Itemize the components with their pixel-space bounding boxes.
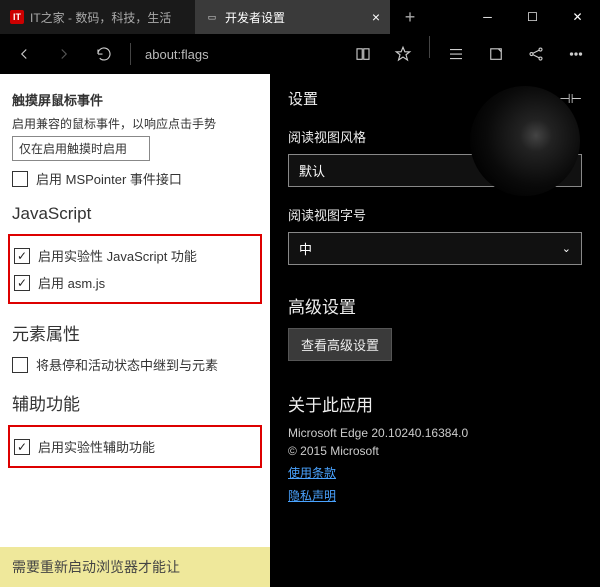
terms-link[interactable]: 使用条款 (288, 464, 582, 481)
checkbox-checked-icon: ✓ (14, 275, 30, 291)
main: 触摸屏鼠标事件 启用兼容的鼠标事件，以响应点击手势 仅在启用触摸时启用 启用 M… (0, 74, 600, 587)
tab-label: 开发者设置 (225, 9, 285, 26)
copyright-text: © 2015 Microsoft (288, 444, 582, 458)
checkbox-label: 将悬停和活动状态中继到与元素 (36, 355, 218, 374)
address-bar[interactable]: about:flags (139, 47, 341, 62)
tab-label: IT之家 - 数码，科技，生活 (30, 9, 171, 26)
window-controls: ─ ☐ ✕ (465, 0, 600, 34)
checkbox-label: 启用实验性辅助功能 (38, 437, 155, 456)
flags-page: 触摸屏鼠标事件 启用兼容的鼠标事件，以响应点击手势 仅在启用触摸时启用 启用 M… (0, 74, 270, 587)
privacy-link[interactable]: 隐私声明 (288, 487, 582, 504)
close-icon[interactable]: × (372, 9, 380, 25)
elem-checkbox-row[interactable]: 将悬停和活动状态中继到与元素 (12, 355, 258, 374)
select-value: 中 (299, 239, 312, 258)
view-advanced-button[interactable]: 查看高级设置 (288, 328, 392, 361)
tab-active[interactable]: ▭ 开发者设置 × (195, 0, 390, 34)
checkbox-label: 启用 MSPointer 事件接口 (36, 169, 182, 188)
js-exp-checkbox-row[interactable]: ✓ 启用实验性 JavaScript 功能 (14, 246, 256, 265)
checkbox-checked-icon: ✓ (14, 439, 30, 455)
more-icon[interactable] (558, 36, 594, 72)
reading-view-icon[interactable] (345, 36, 381, 72)
highlight-box: ✓ 启用实验性辅助功能 (8, 425, 262, 468)
asm-checkbox-row[interactable]: ✓ 启用 asm.js (14, 273, 256, 292)
forward-button[interactable] (46, 36, 82, 72)
assist-checkbox-row[interactable]: ✓ 启用实验性辅助功能 (14, 437, 256, 456)
pin-icon[interactable]: ⊣⊢ (559, 91, 582, 107)
version-text: Microsoft Edge 20.10240.16384.0 (288, 426, 582, 440)
back-button[interactable] (6, 36, 42, 72)
checkbox-checked-icon: ✓ (14, 248, 30, 264)
reading-size-select[interactable]: 中 ⌄ (288, 232, 582, 265)
divider (429, 36, 430, 58)
new-tab-button[interactable]: + (390, 0, 430, 34)
checkbox-empty-icon (12, 357, 28, 373)
section-heading: 辅助功能 (12, 390, 258, 415)
section-heading: JavaScript (12, 204, 258, 224)
field-label: 阅读视图字号 (288, 205, 582, 224)
page-icon: ▭ (205, 10, 219, 24)
section-heading: 高级设置 (288, 293, 582, 318)
section-heading: 关于此应用 (288, 391, 582, 416)
touch-dropdown[interactable]: 仅在启用触摸时启用 (12, 136, 150, 161)
highlight-box: ✓ 启用实验性 JavaScript 功能 ✓ 启用 asm.js (8, 234, 262, 304)
favicon-it: IT (10, 10, 24, 24)
toolbar: about:flags (0, 34, 600, 74)
divider (130, 43, 131, 65)
chevron-down-icon: ⌄ (562, 242, 571, 255)
mspointer-checkbox-row[interactable]: 启用 MSPointer 事件接口 (12, 169, 258, 188)
close-button[interactable]: ✕ (555, 0, 600, 34)
restart-banner: 需要重新启动浏览器才能让 (0, 547, 270, 587)
tab-bar: IT IT之家 - 数码，科技，生活 ▭ 开发者设置 × + ─ ☐ ✕ (0, 0, 600, 34)
section-heading: 触摸屏鼠标事件 (12, 90, 258, 109)
maximize-button[interactable]: ☐ (510, 0, 555, 34)
tab-inactive[interactable]: IT IT之家 - 数码，科技，生活 (0, 0, 195, 34)
select-value: 默认 (299, 161, 325, 180)
checkbox-empty-icon (12, 171, 28, 187)
note-icon[interactable] (478, 36, 514, 72)
share-icon[interactable] (518, 36, 554, 72)
chevron-down-icon: ⌄ (562, 164, 571, 177)
section-heading: 元素属性 (12, 320, 258, 345)
section-desc: 启用兼容的鼠标事件，以响应点击手势 (12, 115, 258, 132)
minimize-button[interactable]: ─ (465, 0, 510, 34)
reading-style-select[interactable]: 默认 ⌄ (288, 154, 582, 187)
favorite-icon[interactable] (385, 36, 421, 72)
settings-panel: 设置 ⊣⊢ 阅读视图风格 默认 ⌄ 阅读视图字号 中 ⌄ 高级设置 查看高级设置… (270, 74, 600, 587)
panel-title: 设置 (288, 88, 318, 109)
checkbox-label: 启用 asm.js (38, 273, 105, 292)
hub-icon[interactable] (438, 36, 474, 72)
field-label: 阅读视图风格 (288, 127, 582, 146)
refresh-button[interactable] (86, 36, 122, 72)
checkbox-label: 启用实验性 JavaScript 功能 (38, 246, 197, 265)
